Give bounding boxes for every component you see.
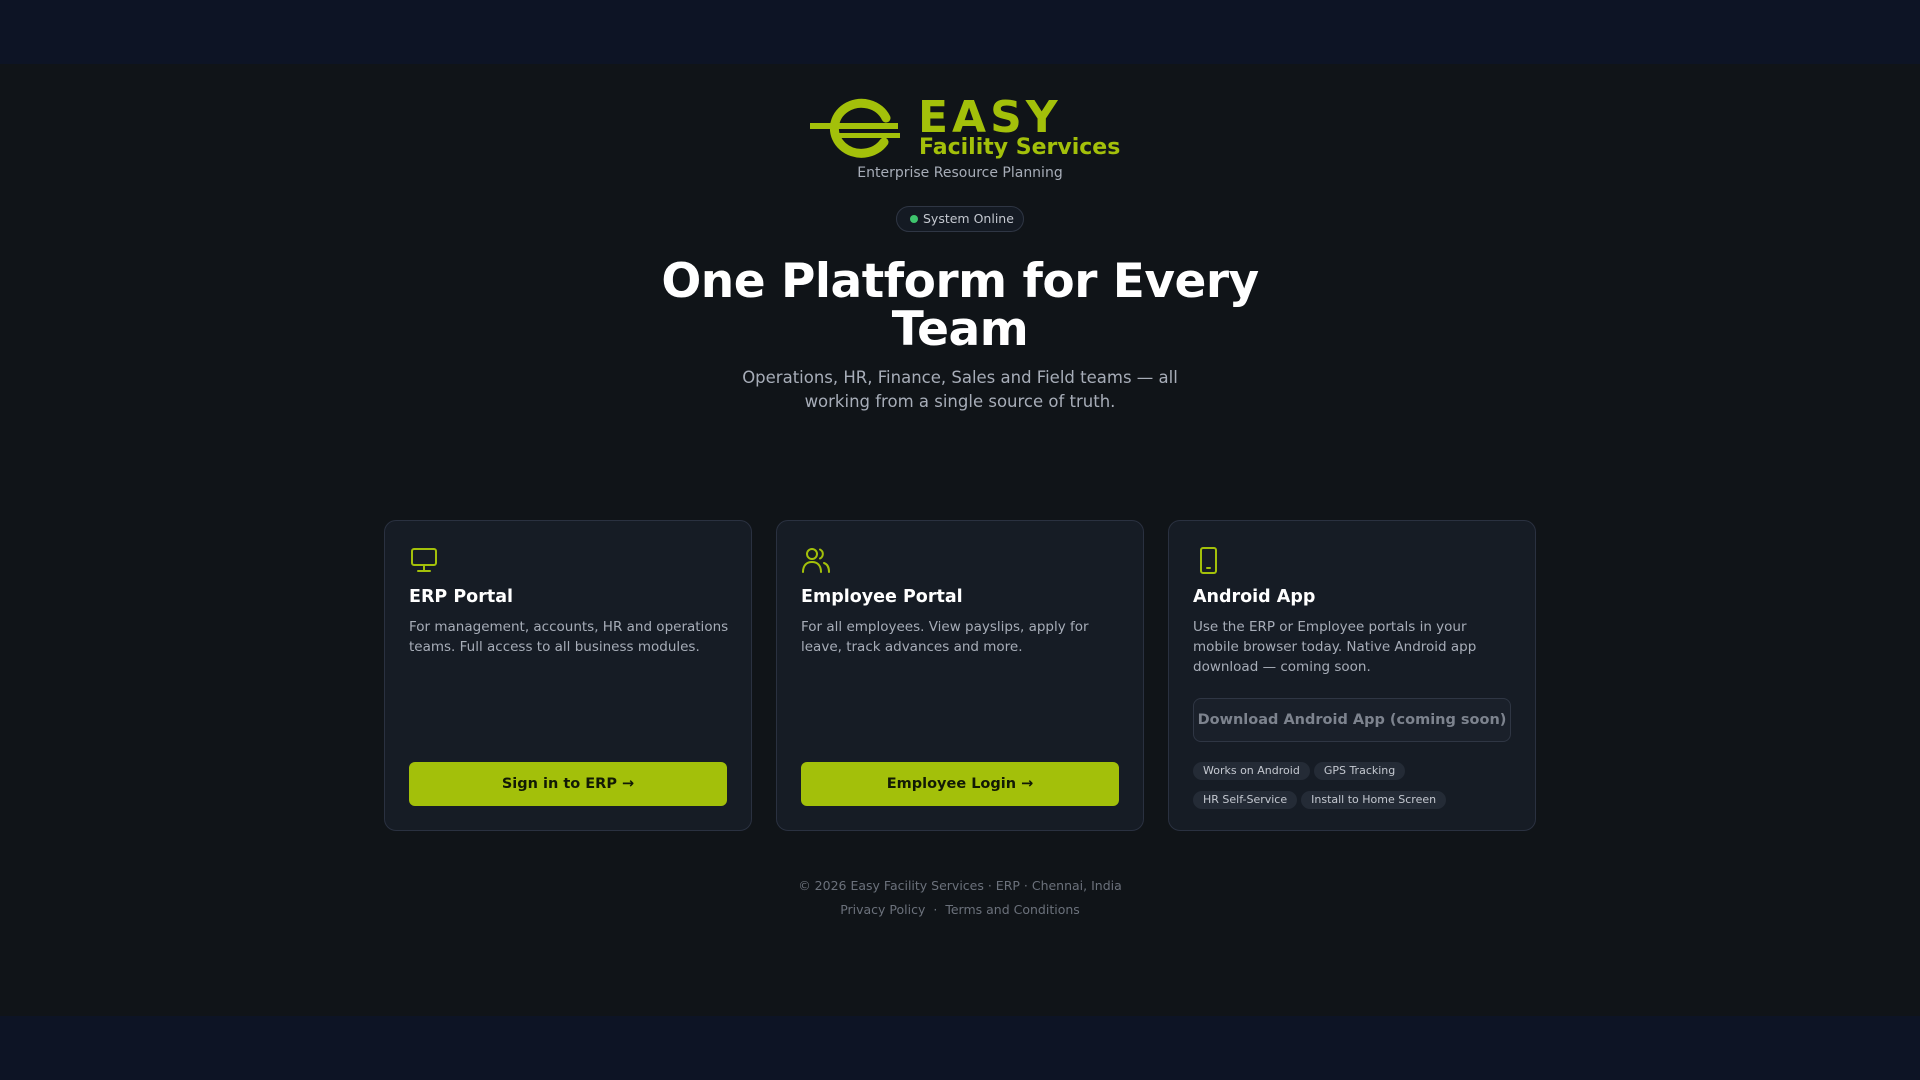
status-label: System Online bbox=[923, 211, 1014, 226]
monitor-icon bbox=[409, 545, 439, 575]
android-app-card: Android App Use the ERP or Employee port… bbox=[1168, 520, 1536, 831]
users-icon bbox=[801, 545, 831, 575]
status-dot-icon bbox=[910, 215, 918, 223]
privacy-policy-link[interactable]: Privacy Policy bbox=[840, 902, 925, 917]
status-badge: System Online bbox=[896, 206, 1024, 232]
employee-portal-card: Employee Portal For all employees. View … bbox=[776, 520, 1144, 831]
feature-tags: Works on Android GPS Tracking HR Self-Ser… bbox=[1193, 759, 1523, 817]
brand-logo: EASY Facility Services bbox=[810, 94, 1120, 160]
card-title: Android App bbox=[1193, 587, 1316, 607]
feature-tag: Works on Android bbox=[1193, 762, 1310, 780]
feature-tag: GPS Tracking bbox=[1313, 762, 1406, 780]
card-description: For all employees. View payslips, apply … bbox=[801, 619, 1089, 655]
employee-login-button[interactable]: Employee Login → bbox=[801, 762, 1119, 806]
footer-links: Privacy Policy · Terms and Conditions bbox=[0, 902, 1920, 917]
page-subtitle: Operations, HR, Finance, Sales and Field… bbox=[742, 368, 1178, 411]
card-description: For management, accounts, HR and operati… bbox=[409, 619, 729, 655]
brand-tagline: Enterprise Resource Planning bbox=[857, 165, 1063, 181]
bottom-band bbox=[0, 1016, 1920, 1080]
erp-portal-card: ERP Portal For management, accounts, HR … bbox=[384, 520, 752, 831]
brand-subname: Facility Services bbox=[919, 135, 1121, 160]
card-title: Employee Portal bbox=[801, 587, 963, 607]
footer-separator: · bbox=[933, 902, 938, 917]
sign-in-erp-button[interactable]: Sign in to ERP → bbox=[409, 762, 727, 806]
page-title: One Platform for Every Team bbox=[661, 254, 1259, 357]
card-description: Use the ERP or Employee portals in your … bbox=[1193, 619, 1477, 675]
top-band bbox=[0, 0, 1920, 64]
download-android-app-button[interactable]: Download Android App (coming soon) bbox=[1193, 698, 1511, 742]
feature-tag: Install to Home Screen bbox=[1301, 791, 1447, 809]
terms-and-conditions-link[interactable]: Terms and Conditions bbox=[945, 902, 1079, 917]
smartphone-icon bbox=[1193, 545, 1223, 575]
card-title: ERP Portal bbox=[409, 587, 514, 607]
feature-tag: HR Self-Service bbox=[1193, 791, 1298, 809]
logo-e-mark-icon bbox=[810, 98, 900, 158]
footer-copyright: © 2026 Easy Facility Services · ERP · Ch… bbox=[798, 878, 1122, 893]
